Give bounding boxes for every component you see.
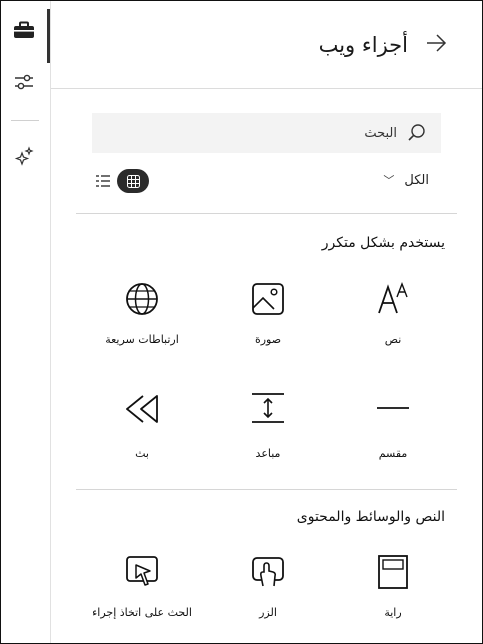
- web-part-spacer[interactable]: مباعد: [218, 391, 318, 481]
- web-part-label: مقسم: [378, 447, 408, 460]
- page-title: أجزاء ويب: [318, 33, 408, 57]
- globe-icon: [126, 283, 158, 315]
- sliders-icon: [15, 74, 33, 90]
- text-icon: [378, 282, 408, 314]
- left-rail: [1, 1, 51, 643]
- section-divider: [76, 213, 457, 214]
- button-tap-icon: [252, 557, 284, 587]
- back-arrow-icon[interactable]: [424, 31, 448, 55]
- view-toggle: [95, 169, 149, 193]
- web-part-call-to-action[interactable]: الحث على اتخاذ إجراء: [92, 554, 192, 643]
- web-parts-panel: أجزاء ويب الكل ﹀: [0, 0, 483, 644]
- chevron-down-icon: ﹀: [383, 174, 395, 187]
- web-part-text[interactable]: نص: [343, 281, 443, 371]
- web-part-label: ارتباطات سريعة: [105, 333, 179, 346]
- web-part-label: الزر: [259, 606, 277, 619]
- web-part-label: صورة: [254, 333, 282, 346]
- grid-view-button[interactable]: [117, 169, 149, 193]
- web-part-quick-links[interactable]: ارتباطات سريعة: [92, 281, 192, 371]
- sparkle-icon: [14, 146, 34, 166]
- divider-line-icon: [377, 407, 409, 409]
- section-divider: [76, 489, 457, 490]
- image-icon: [252, 283, 284, 315]
- section-title-text-media-content: النص والوسائط والمحتوى: [296, 509, 445, 525]
- spacer-icon: [252, 393, 284, 423]
- search-icon: [408, 124, 425, 141]
- web-part-label: راية: [384, 606, 402, 619]
- panel-header: أجزاء ويب: [51, 1, 482, 89]
- web-part-label: نص: [384, 333, 402, 346]
- stream-icon: [126, 395, 158, 423]
- category-dropdown[interactable]: الكل ﹀: [383, 172, 429, 188]
- search-input[interactable]: [157, 123, 397, 143]
- grid-view-icon: [126, 174, 140, 188]
- web-part-label: مباعد: [255, 447, 281, 460]
- section-title-frequently-used: يستخدم بشكل متكرر: [321, 235, 445, 251]
- call-to-action-icon: [126, 556, 158, 586]
- rail-divider: [11, 120, 39, 121]
- category-dropdown-value: الكل: [404, 172, 429, 188]
- toolbox-icon: [14, 21, 34, 38]
- web-part-divider[interactable]: مقسم: [343, 391, 443, 481]
- toolbox-button[interactable]: [1, 7, 50, 63]
- web-part-image[interactable]: صورة: [218, 281, 318, 371]
- properties-button[interactable]: [1, 59, 47, 105]
- web-part-label: بث: [135, 447, 149, 460]
- design-ideas-button[interactable]: [1, 133, 47, 179]
- list-view-icon[interactable]: [95, 173, 111, 189]
- web-part-label: الحث على اتخاذ إجراء: [92, 606, 192, 619]
- search-box[interactable]: [92, 113, 441, 153]
- banner-icon: [378, 555, 408, 589]
- web-part-stream[interactable]: بث: [92, 391, 192, 481]
- web-part-button[interactable]: الزر: [218, 554, 318, 643]
- web-part-banner[interactable]: راية: [343, 554, 443, 643]
